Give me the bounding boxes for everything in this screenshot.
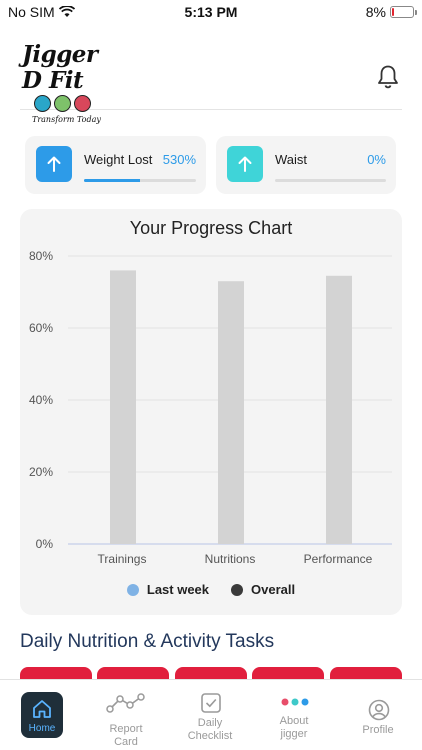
weight-lost-label: Weight Lost — [84, 152, 153, 167]
bar-overall — [110, 270, 136, 544]
waist-card[interactable]: Waist 0% — [216, 136, 396, 194]
bar-overall — [326, 275, 352, 544]
app-screen: No SIM 5:13 PM 8% Jigger D Fit Transform… — [0, 0, 422, 750]
bar-overall — [218, 281, 244, 544]
nav-profile-label: Profile — [362, 724, 394, 736]
x-tick-label: Performance — [304, 552, 373, 566]
logo-icons — [34, 95, 122, 112]
weight-lost-card[interactable]: Weight Lost 530% — [25, 136, 206, 194]
battery-icon — [390, 6, 417, 18]
y-tick-label: 60% — [29, 321, 53, 335]
legend-label: Overall — [251, 582, 296, 597]
legend-label: Last week — [146, 582, 210, 597]
progress-chart-card: Your Progress Chart 0% 20% 40% 60% 80% Traini… — [20, 209, 402, 615]
trend-line-icon — [106, 693, 145, 713]
bottom-navigation: Home Report Card Daily Checklist About j… — [0, 679, 422, 750]
y-tick-label: 40% — [29, 393, 53, 407]
nav-report-card-label: Report Card — [109, 723, 143, 748]
weight-lost-progress-bar — [84, 179, 196, 182]
nav-report-card[interactable]: Report Card — [84, 680, 168, 750]
waist-label: Waist — [275, 152, 308, 167]
nav-daily-checklist-label: Daily Checklist — [187, 717, 233, 742]
waist-progress-bar — [275, 179, 386, 182]
nav-home[interactable]: Home — [0, 680, 84, 750]
y-tick-label: 80% — [29, 249, 53, 263]
status-bar: No SIM 5:13 PM 8% — [0, 0, 422, 24]
progress-chart: 0% 20% 40% 60% 80% Trainings Nutritions Perform… — [29, 249, 392, 566]
y-tick-label: 0% — [36, 537, 54, 551]
arrow-up-icon — [36, 146, 72, 182]
status-time: 5:13 PM — [184, 4, 238, 20]
user-icon — [368, 699, 390, 721]
logo-title: Jigger D Fit — [22, 41, 98, 94]
weight-lost-value: 530% — [162, 152, 196, 167]
nav-about-label: About jigger — [279, 715, 309, 740]
logo-tagline: Transform Today — [32, 115, 101, 124]
legend-last-week[interactable]: Last week — [126, 582, 210, 597]
y-tick-label: 20% — [29, 465, 53, 479]
heart-icon — [74, 95, 91, 112]
home-icon — [33, 700, 51, 718]
nav-daily-checklist[interactable]: Daily Checklist — [168, 680, 252, 750]
battery-percent: 8% — [365, 4, 386, 20]
dots-icon — [281, 698, 309, 706]
nav-profile[interactable]: Profile — [336, 680, 420, 750]
legend-dot — [126, 583, 139, 596]
leaf-icon — [54, 95, 71, 112]
app-header: Jigger D Fit Transform Today — [20, 38, 402, 125]
checklist-icon — [201, 693, 221, 713]
x-tick-label: Trainings — [98, 552, 147, 566]
chart-legend: Last week Overall — [20, 582, 402, 597]
legend-overall[interactable]: Overall — [231, 582, 295, 597]
x-tick-label: Nutritions — [205, 552, 256, 566]
nav-home-button[interactable]: Home — [21, 692, 63, 738]
legend-dot — [231, 583, 244, 596]
notification-bell-icon[interactable] — [376, 64, 400, 90]
status-right: 8% — [365, 4, 417, 20]
waist-value: 0% — [367, 152, 386, 167]
nav-home-label: Home — [28, 723, 56, 734]
nav-about[interactable]: About jigger — [252, 680, 336, 750]
dumbbell-icon — [34, 95, 51, 112]
tasks-section-title: Daily Nutrition & Activity Tasks — [20, 631, 275, 652]
app-logo[interactable]: Jigger D Fit Transform Today — [22, 41, 122, 125]
arrow-up-icon — [227, 146, 263, 182]
